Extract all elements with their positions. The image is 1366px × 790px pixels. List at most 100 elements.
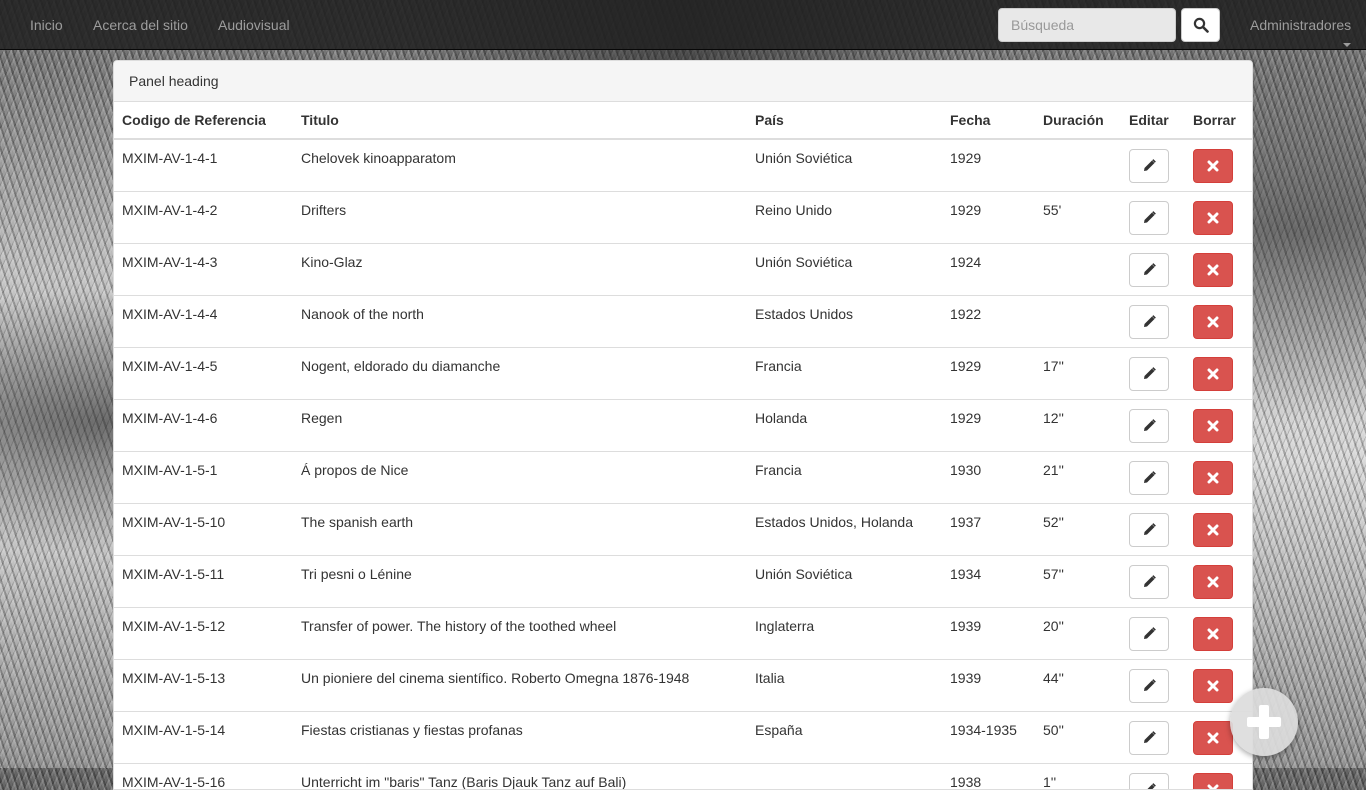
cell-code: MXIM-AV-1-5-1 [114,452,293,504]
delete-button[interactable] [1193,253,1233,287]
cell-date: 1937 [942,504,1035,556]
column-header-title: Titulo [293,102,747,139]
delete-button[interactable] [1193,565,1233,599]
delete-button[interactable] [1193,357,1233,391]
edit-button[interactable] [1129,409,1169,443]
add-record-button[interactable] [1230,688,1298,756]
cell-delete [1185,452,1252,504]
delete-button[interactable] [1193,773,1233,790]
cell-title: Drifters [293,192,747,244]
table-row: MXIM-AV-1-5-13Un pioniere del cinema sie… [114,660,1252,712]
nav-link-audiovisual[interactable]: Audiovisual [218,0,290,50]
column-header-code: Codigo de Referencia [114,102,293,139]
cell-edit [1121,504,1185,556]
cell-code: MXIM-AV-1-5-16 [114,764,293,790]
edit-button[interactable] [1129,617,1169,651]
table-row: MXIM-AV-1-4-6RegenHolanda192912'' [114,400,1252,452]
search-button[interactable] [1181,8,1220,42]
edit-button[interactable] [1129,461,1169,495]
cell-title: Fiestas cristianas y fiestas profanas [293,712,747,764]
nav-link-acerca[interactable]: Acerca del sitio [93,0,188,50]
plus-icon [1245,703,1283,741]
edit-button[interactable] [1129,669,1169,703]
cell-code: MXIM-AV-1-5-14 [114,712,293,764]
edit-button[interactable] [1129,201,1169,235]
cell-title: The spanish earth [293,504,747,556]
table-row: MXIM-AV-1-5-12Transfer of power. The his… [114,608,1252,660]
cell-title: Tri pesni o Lénine [293,556,747,608]
cell-edit [1121,556,1185,608]
pencil-icon [1142,159,1156,173]
delete-button[interactable] [1193,513,1233,547]
table-body: MXIM-AV-1-4-1Chelovek kinoapparatomUnión… [114,139,1252,790]
edit-button[interactable] [1129,773,1169,790]
cell-duration: 44'' [1035,660,1121,712]
edit-button[interactable] [1129,513,1169,547]
cell-date: 1922 [942,296,1035,348]
pencil-icon [1142,315,1156,329]
pencil-icon [1142,523,1156,537]
pencil-icon [1142,419,1156,433]
cell-delete [1185,400,1252,452]
pencil-icon [1142,471,1156,485]
search-icon [1193,17,1209,33]
cell-title: Transfer of power. The history of the to… [293,608,747,660]
edit-button[interactable] [1129,305,1169,339]
close-icon [1207,264,1219,276]
panel-heading: Panel heading [114,61,1252,102]
cell-code: MXIM-AV-1-5-12 [114,608,293,660]
search-input[interactable] [998,8,1176,42]
cell-date: 1929 [942,139,1035,192]
pencil-icon [1142,627,1156,641]
edit-button[interactable] [1129,149,1169,183]
cell-duration [1035,139,1121,192]
cell-edit [1121,400,1185,452]
close-icon [1207,212,1219,224]
cell-date: 1924 [942,244,1035,296]
table-header-row: Codigo de Referencia Titulo País Fecha D… [114,102,1252,139]
edit-button[interactable] [1129,253,1169,287]
admin-dropdown[interactable]: Administradores [1250,0,1351,50]
cell-edit [1121,244,1185,296]
delete-button[interactable] [1193,409,1233,443]
close-icon [1207,628,1219,640]
delete-button[interactable] [1193,669,1233,703]
edit-button[interactable] [1129,357,1169,391]
delete-button[interactable] [1193,721,1233,755]
records-panel: Panel heading Codigo de Referencia Titul… [113,60,1253,790]
table-row: MXIM-AV-1-4-4Nanook of the northEstados … [114,296,1252,348]
delete-button[interactable] [1193,617,1233,651]
cell-country: Inglaterra [747,608,942,660]
edit-button[interactable] [1129,721,1169,755]
cell-delete [1185,764,1252,790]
delete-button[interactable] [1193,149,1233,183]
table-row: MXIM-AV-1-5-10The spanish earthEstados U… [114,504,1252,556]
table-row: MXIM-AV-1-5-1Á propos de NiceFrancia1930… [114,452,1252,504]
cell-delete [1185,192,1252,244]
cell-country: Francia [747,452,942,504]
cell-duration: 55' [1035,192,1121,244]
column-header-duration: Duración [1035,102,1121,139]
cell-code: MXIM-AV-1-4-1 [114,139,293,192]
top-navbar: Inicio Acerca del sitio Audiovisual Admi… [0,0,1366,50]
edit-button[interactable] [1129,565,1169,599]
cell-title: Nogent, eldorado du diamanche [293,348,747,400]
column-header-country: País [747,102,942,139]
cell-edit [1121,764,1185,790]
table-row: MXIM-AV-1-5-16Unterricht im "baris" Tanz… [114,764,1252,790]
cell-title: Chelovek kinoapparatom [293,139,747,192]
cell-title: Nanook of the north [293,296,747,348]
nav-link-inicio[interactable]: Inicio [30,0,63,50]
close-icon [1207,160,1219,172]
cell-duration: 20'' [1035,608,1121,660]
cell-date: 1938 [942,764,1035,790]
close-icon [1207,732,1219,744]
delete-button[interactable] [1193,461,1233,495]
delete-button[interactable] [1193,305,1233,339]
cell-date: 1939 [942,608,1035,660]
column-header-delete: Borrar [1185,102,1252,139]
close-icon [1207,368,1219,380]
delete-button[interactable] [1193,201,1233,235]
table-row: MXIM-AV-1-5-11Tri pesni o LénineUnión So… [114,556,1252,608]
cell-code: MXIM-AV-1-4-4 [114,296,293,348]
